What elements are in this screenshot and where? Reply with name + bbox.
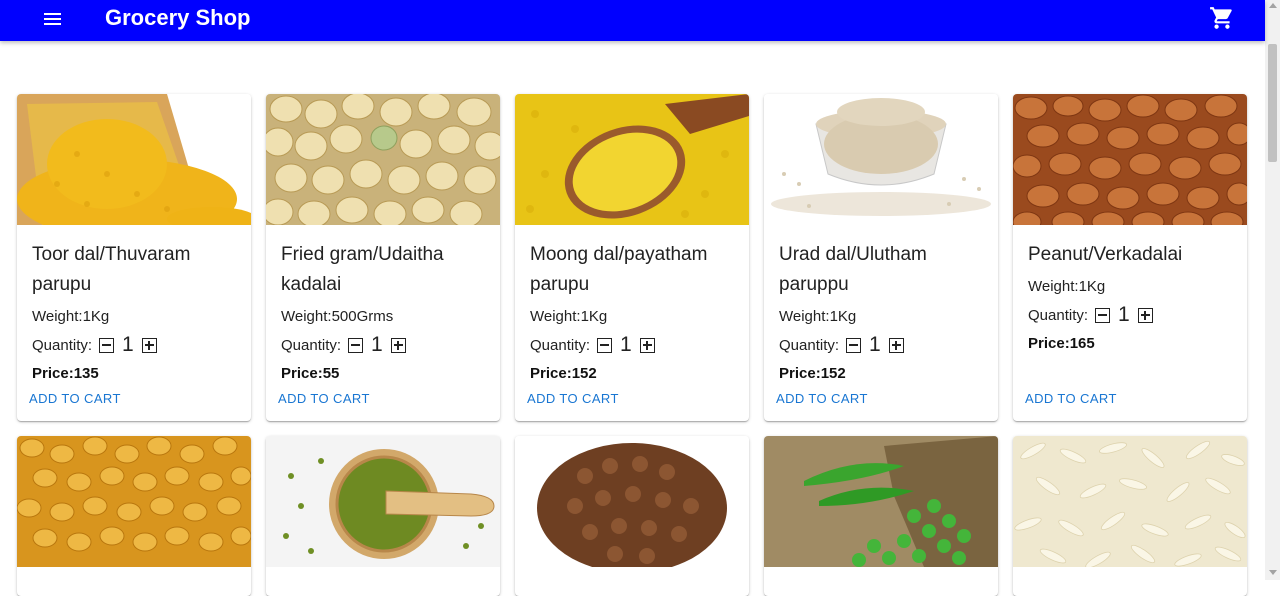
menu-icon[interactable] <box>36 4 70 32</box>
product-weight: Weight:1Kg <box>32 308 110 325</box>
decrease-quantity-icon[interactable] <box>1095 307 1111 323</box>
quantity-label: Quantity: <box>779 336 840 354</box>
product-image-peanut <box>1013 94 1247 225</box>
quantity-value: 1 <box>869 333 881 356</box>
increase-quantity-icon[interactable] <box>1137 307 1153 323</box>
product-card <box>1013 436 1247 596</box>
increase-quantity-icon[interactable] <box>888 337 904 353</box>
increase-quantity-icon[interactable] <box>141 337 157 353</box>
quantity-label: Quantity: <box>1028 306 1089 324</box>
product-card <box>17 436 251 596</box>
add-to-cart-button[interactable]: ADD TO CART <box>776 391 868 406</box>
decrease-quantity-icon[interactable] <box>99 337 115 353</box>
product-weight: Weight:1Kg <box>1028 278 1106 295</box>
quantity-row: Quantity: 1 <box>779 333 904 356</box>
product-image-moong-dal <box>515 94 749 225</box>
quantity-label: Quantity: <box>530 336 591 354</box>
scroll-down-arrow-icon[interactable] <box>1269 570 1277 575</box>
product-name: Peanut/Verkadalai <box>1028 244 1183 265</box>
quantity-value: 1 <box>620 333 632 356</box>
scroll-up-arrow-icon[interactable] <box>1269 3 1277 8</box>
product-image-chickpeas <box>515 436 749 567</box>
product-name: Toor dal/Thuvaram parupu <box>32 244 191 295</box>
product-card-moong-dal: Moong dal/payatham parupu Weight:1Kg Qua… <box>515 94 749 421</box>
product-price: Price:152 <box>779 365 846 382</box>
product-name: Fried gram/Udaitha kadalai <box>281 244 444 295</box>
product-image-urad-dal <box>764 94 998 225</box>
quantity-value: 1 <box>371 333 383 356</box>
add-to-cart-button[interactable]: ADD TO CART <box>527 391 619 406</box>
product-card <box>515 436 749 596</box>
quantity-row: Quantity: 1 <box>281 333 406 356</box>
add-to-cart-button[interactable]: ADD TO CART <box>1025 391 1117 406</box>
quantity-value: 1 <box>122 333 134 356</box>
product-image-green-gram <box>266 436 500 567</box>
quantity-row: Quantity: 1 <box>32 333 157 356</box>
app-bar: Grocery Shop <box>0 0 1265 41</box>
product-weight: Weight:500Grms <box>281 308 394 325</box>
add-to-cart-button[interactable]: ADD TO CART <box>29 391 121 406</box>
increase-quantity-icon[interactable] <box>390 337 406 353</box>
quantity-row: Quantity: 1 <box>530 333 655 356</box>
page-scrollbar[interactable] <box>1265 0 1280 580</box>
product-card <box>764 436 998 596</box>
increase-quantity-icon[interactable] <box>639 337 655 353</box>
product-name: Moong dal/payatham parupu <box>530 244 708 295</box>
product-card <box>266 436 500 596</box>
product-image-fried-gram <box>266 94 500 225</box>
decrease-quantity-icon[interactable] <box>597 337 613 353</box>
product-image-green-peas <box>764 436 998 567</box>
product-price: Price:152 <box>530 365 597 382</box>
decrease-quantity-icon[interactable] <box>348 337 364 353</box>
product-weight: Weight:1Kg <box>530 308 608 325</box>
product-image-chana-dal <box>17 436 251 567</box>
product-image-rice <box>1013 436 1247 567</box>
quantity-value: 1 <box>1118 303 1130 326</box>
product-price: Price:165 <box>1028 335 1095 352</box>
product-card-toor-dal: Toor dal/Thuvaram parupu Weight:1Kg Quan… <box>17 94 251 421</box>
product-name: Urad dal/Ulutham paruppu <box>779 244 927 295</box>
quantity-row: Quantity: 1 <box>1028 303 1153 326</box>
add-to-cart-button[interactable]: ADD TO CART <box>278 391 370 406</box>
shopping-cart-icon[interactable] <box>1208 5 1236 31</box>
product-price: Price:55 <box>281 365 340 382</box>
quantity-label: Quantity: <box>32 336 93 354</box>
quantity-label: Quantity: <box>281 336 342 354</box>
app-title: Grocery Shop <box>105 5 251 30</box>
product-card-peanut: Peanut/Verkadalai Weight:1Kg Quantity: 1… <box>1013 94 1247 421</box>
product-weight: Weight:1Kg <box>779 308 857 325</box>
product-price: Price:135 <box>32 365 99 382</box>
decrease-quantity-icon[interactable] <box>846 337 862 353</box>
product-card-fried-gram: Fried gram/Udaitha kadalai Weight:500Grm… <box>266 94 500 421</box>
product-image-toor-dal <box>17 94 251 225</box>
scroll-thumb[interactable] <box>1268 44 1277 162</box>
product-card-urad-dal: Urad dal/Ulutham paruppu Weight:1Kg Quan… <box>764 94 998 421</box>
